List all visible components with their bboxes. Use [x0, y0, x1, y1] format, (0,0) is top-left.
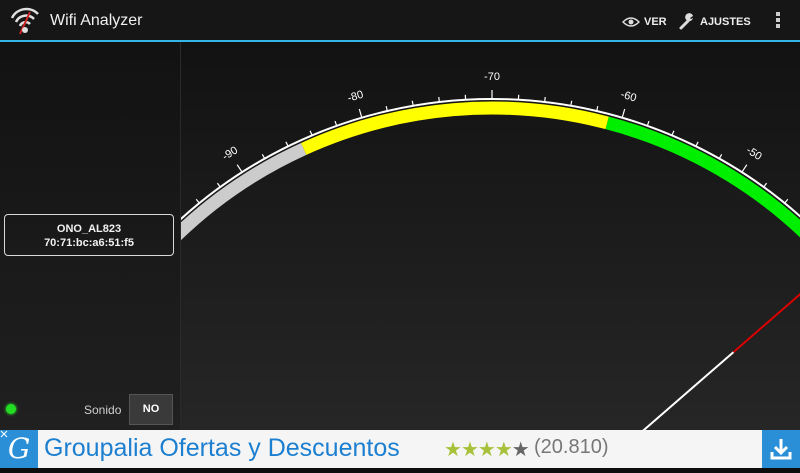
wrench-icon [678, 13, 696, 31]
action-bar: Wifi Analyzer VER AJUSTES [0, 0, 800, 42]
meter-minor-tick [286, 142, 288, 147]
meter-tick-label: -50 [744, 144, 764, 163]
meter-scale-arc [181, 99, 800, 258]
meter-major-tick [359, 109, 362, 118]
rating-star-icon: ★ [512, 439, 529, 461]
eye-icon [622, 16, 640, 28]
meter-minor-tick [335, 121, 337, 126]
ad-banner[interactable]: G Groupalia Ofertas y Descuentos ★★★★★ (… [0, 430, 800, 468]
meter-minor-tick [196, 199, 199, 203]
settings-button[interactable]: AJUSTES [678, 12, 751, 32]
app-title: Wifi Analyzer [50, 12, 142, 30]
signal-meter: -100-90-80-70-60-50-40dBm [181, 42, 800, 430]
meter-tick-label: -80 [346, 89, 365, 105]
meter-major-tick [742, 165, 747, 173]
wifi-app-icon[interactable] [8, 4, 44, 40]
meter-minor-tick [719, 154, 721, 158]
meter-zone-1 [304, 108, 608, 149]
meter-minor-tick [217, 183, 220, 187]
status-indicator [6, 404, 16, 414]
sound-label: Sonido [84, 403, 121, 417]
meter-needle [605, 352, 733, 430]
rating-star-icon: ★ [495, 439, 512, 461]
rating-star-icon: ★ [478, 439, 495, 461]
meter-minor-tick [439, 97, 440, 102]
rating-star-icon: ★ [444, 439, 461, 461]
overflow-menu-icon[interactable] [774, 12, 782, 32]
download-icon [762, 430, 800, 468]
ap-mac: 70:71:bc:a6:51:f5 [5, 236, 173, 250]
ad-choices-icon[interactable] [0, 430, 8, 438]
ap-ssid: ONO_AL823 [5, 222, 173, 236]
view-button[interactable]: VER [622, 12, 667, 32]
view-label: VER [644, 16, 667, 28]
signal-meter-gauge: -100-90-80-70-60-50-40dBm [181, 42, 800, 430]
meter-tick-label: -60 [619, 89, 638, 105]
meter-needle-tip [734, 258, 800, 353]
ad-rating-stars: ★★★★★ [444, 437, 529, 462]
meter-tick-label: -90 [220, 144, 240, 163]
meter-minor-tick [785, 199, 788, 203]
access-point-selector[interactable]: ONO_AL823 70:71:bc:a6:51:f5 [4, 214, 174, 256]
meter-minor-tick [696, 142, 698, 147]
meter-minor-tick [545, 97, 546, 102]
meter-major-tick [622, 109, 625, 118]
meter-minor-tick [262, 154, 264, 158]
meter-tick-label: -70 [484, 71, 500, 83]
ad-review-count: (20.810) [534, 436, 609, 459]
ad-download-button[interactable] [762, 430, 800, 468]
settings-label: AJUSTES [700, 16, 751, 28]
meter-zone-0 [181, 149, 304, 264]
sound-toggle-button[interactable]: NO [129, 394, 173, 425]
meter-minor-tick [764, 183, 767, 187]
left-panel: ONO_AL823 70:71:bc:a6:51:f5 Sonido NO [0, 42, 181, 430]
rating-star-icon: ★ [461, 439, 478, 461]
meter-minor-tick [647, 121, 649, 126]
meter-major-tick [237, 165, 242, 173]
ad-title[interactable]: Groupalia Ofertas y Descuentos [44, 434, 400, 463]
